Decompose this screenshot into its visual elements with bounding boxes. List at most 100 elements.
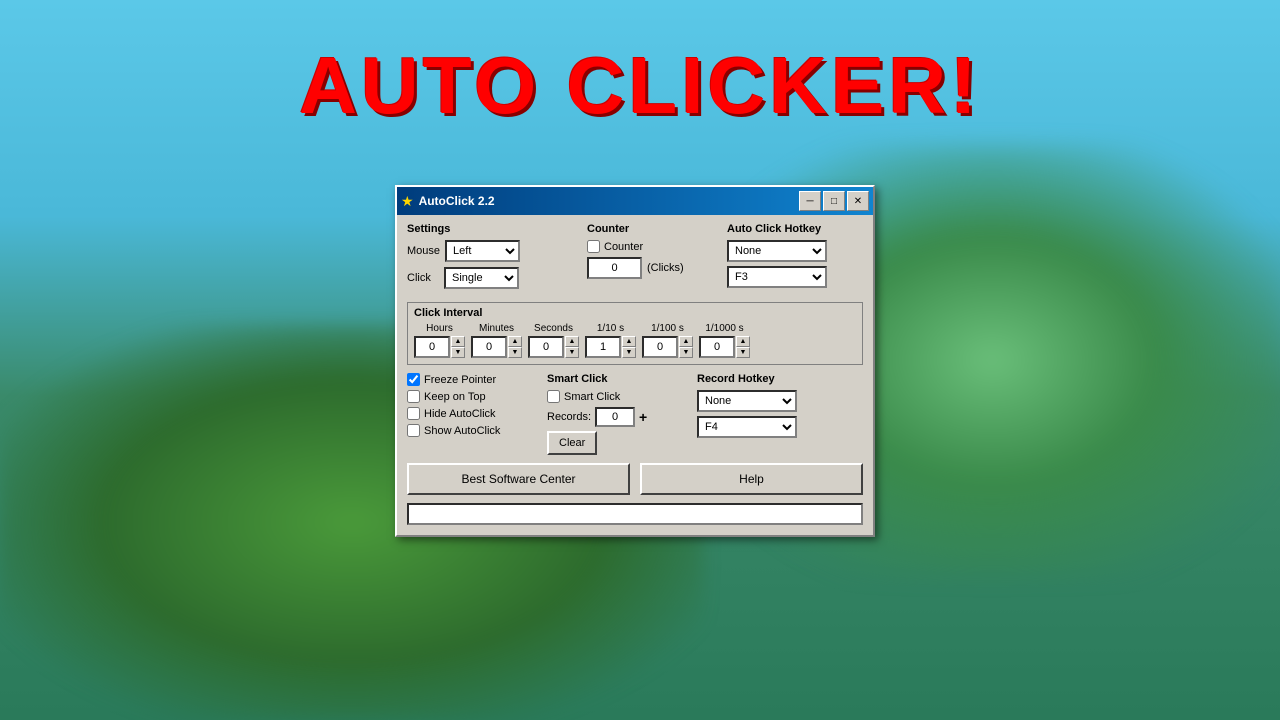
counter-checkbox[interactable] <box>587 240 600 253</box>
smart-checkbox-label: Smart Click <box>564 391 620 403</box>
left-checkboxes: Freeze Pointer Keep on Top Hide AutoClic… <box>407 373 537 455</box>
help-button[interactable]: Help <box>640 463 863 495</box>
app-window: ★ AutoClick 2.2 ─ □ ✕ Settings Mouse Lef… <box>395 185 875 537</box>
tenth-spinner: ▲ ▼ <box>585 336 636 358</box>
click-select[interactable]: Single Double <box>444 267 519 289</box>
record-section: Record Hotkey NoneF1F2F3 F1F2F3F4 <box>697 373 863 455</box>
tenth-input[interactable] <box>585 336 621 358</box>
mouse-row: Mouse Left Right Middle <box>407 240 577 262</box>
best-software-button[interactable]: Best Software Center <box>407 463 630 495</box>
mouse-select[interactable]: Left Right Middle <box>445 240 520 262</box>
interval-cols: Hours ▲ ▼ Minutes ▲ <box>414 323 856 358</box>
hundredth-up[interactable]: ▲ <box>679 336 693 347</box>
record-hotkey-select-1[interactable]: NoneF1F2F3 <box>697 390 797 412</box>
interval-hundredth: 1/100 s ▲ ▼ <box>642 323 693 358</box>
hundredth-input[interactable] <box>642 336 678 358</box>
click-row: Click Single Double <box>407 267 577 289</box>
hours-spinner-btns: ▲ ▼ <box>451 336 465 358</box>
records-row: Records: + <box>547 407 687 427</box>
title-bar-buttons: ─ □ ✕ <box>799 191 869 211</box>
seconds-up[interactable]: ▲ <box>565 336 579 347</box>
seconds-down[interactable]: ▼ <box>565 347 579 358</box>
tenth-spinner-btns: ▲ ▼ <box>622 336 636 358</box>
keep-checkbox[interactable] <box>407 390 420 403</box>
minimize-button[interactable]: ─ <box>799 191 821 211</box>
seconds-input[interactable] <box>528 336 564 358</box>
bottom-bar-input[interactable] <box>407 503 863 525</box>
hotkey-select-2[interactable]: F1F2F3F4 <box>727 266 827 288</box>
action-buttons: Best Software Center Help <box>407 463 863 495</box>
tenth-down[interactable]: ▼ <box>622 347 636 358</box>
record-hotkey-select-2[interactable]: F1F2F3F4 <box>697 416 797 438</box>
hours-label: Hours <box>426 323 453 334</box>
window-title: AutoClick 2.2 <box>419 194 495 208</box>
counter-value-row: (Clicks) <box>587 257 717 279</box>
thousandth-up[interactable]: ▲ <box>736 336 750 347</box>
show-checkbox[interactable] <box>407 424 420 437</box>
hundredth-spinner: ▲ ▼ <box>642 336 693 358</box>
keep-label: Keep on Top <box>424 391 486 403</box>
mouse-label: Mouse <box>407 245 440 257</box>
counter-label: Counter <box>587 223 717 235</box>
seconds-spinner-btns: ▲ ▼ <box>565 336 579 358</box>
thousandth-down[interactable]: ▼ <box>736 347 750 358</box>
interval-seconds: Seconds ▲ ▼ <box>528 323 579 358</box>
interval-hours: Hours ▲ ▼ <box>414 323 465 358</box>
hide-checkbox[interactable] <box>407 407 420 420</box>
hundredth-down[interactable]: ▼ <box>679 347 693 358</box>
counter-checkbox-row: Counter <box>587 240 717 253</box>
tenth-up[interactable]: ▲ <box>622 336 636 347</box>
freeze-label: Freeze Pointer <box>424 374 496 386</box>
records-label: Records: <box>547 411 591 423</box>
hundredth-label: 1/100 s <box>651 323 684 334</box>
minutes-spinner: ▲ ▼ <box>471 336 522 358</box>
counter-section: Counter Counter (Clicks) <box>587 223 717 294</box>
hide-row: Hide AutoClick <box>407 407 537 420</box>
thousandth-spinner: ▲ ▼ <box>699 336 750 358</box>
smart-checkbox[interactable] <box>547 390 560 403</box>
thousandth-label: 1/1000 s <box>705 323 743 334</box>
settings-label: Settings <box>407 223 577 235</box>
hours-down[interactable]: ▼ <box>451 347 465 358</box>
title-bar-left: ★ AutoClick 2.2 <box>401 193 495 210</box>
minutes-spinner-btns: ▲ ▼ <box>508 336 522 358</box>
show-row: Show AutoClick <box>407 424 537 437</box>
freeze-checkbox[interactable] <box>407 373 420 386</box>
window-content: Settings Mouse Left Right Middle Click S… <box>397 215 873 535</box>
clicks-unit: (Clicks) <box>647 262 684 274</box>
interval-title: Click Interval <box>414 307 856 319</box>
smart-label: Smart Click <box>547 373 687 385</box>
top-row: Settings Mouse Left Right Middle Click S… <box>407 223 863 294</box>
title-bar: ★ AutoClick 2.2 ─ □ ✕ <box>397 187 873 215</box>
keep-row: Keep on Top <box>407 390 537 403</box>
minutes-input[interactable] <box>471 336 507 358</box>
minutes-down[interactable]: ▼ <box>508 347 522 358</box>
hours-up[interactable]: ▲ <box>451 336 465 347</box>
title-star-icon: ★ <box>401 193 414 210</box>
hotkey-label: Auto Click Hotkey <box>727 223 863 235</box>
smart-section: Smart Click Smart Click Records: + Clear <box>547 373 687 455</box>
clear-button[interactable]: Clear <box>547 431 597 455</box>
counter-input[interactable] <box>587 257 642 279</box>
hide-label: Hide AutoClick <box>424 408 496 420</box>
maximize-button[interactable]: □ <box>823 191 845 211</box>
seconds-label: Seconds <box>534 323 573 334</box>
interval-tenth: 1/10 s ▲ ▼ <box>585 323 636 358</box>
bottom-row: Freeze Pointer Keep on Top Hide AutoClic… <box>407 373 863 455</box>
records-input[interactable] <box>595 407 635 427</box>
close-button[interactable]: ✕ <box>847 191 869 211</box>
hours-input[interactable] <box>414 336 450 358</box>
interval-minutes: Minutes ▲ ▼ <box>471 323 522 358</box>
freeze-row: Freeze Pointer <box>407 373 537 386</box>
tenth-label: 1/10 s <box>597 323 624 334</box>
hundredth-spinner-btns: ▲ ▼ <box>679 336 693 358</box>
minutes-label: Minutes <box>479 323 514 334</box>
hotkey-section: Auto Click Hotkey NoneF1F2F3 F1F2F3F4 <box>727 223 863 294</box>
smart-checkbox-row: Smart Click <box>547 390 687 403</box>
hotkey-select-1[interactable]: NoneF1F2F3 <box>727 240 827 262</box>
hours-spinner: ▲ ▼ <box>414 336 465 358</box>
thousandth-input[interactable] <box>699 336 735 358</box>
settings-section: Settings Mouse Left Right Middle Click S… <box>407 223 577 294</box>
show-label: Show AutoClick <box>424 425 500 437</box>
minutes-up[interactable]: ▲ <box>508 336 522 347</box>
